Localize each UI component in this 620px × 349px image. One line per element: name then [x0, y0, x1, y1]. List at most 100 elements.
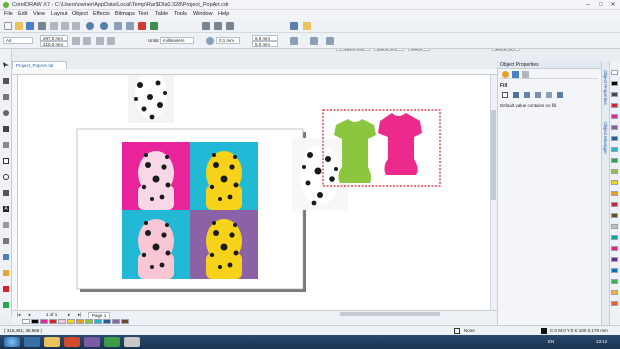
zoom-tool-icon[interactable]: [3, 110, 9, 116]
treat-as-filled-icon[interactable]: [310, 37, 318, 45]
palette-swatch[interactable]: [112, 319, 120, 324]
color-swatch[interactable]: [611, 114, 618, 119]
palette-swatch[interactable]: [58, 319, 66, 324]
vertical-scrollbar-thumb[interactable]: [491, 110, 496, 200]
color-swatch[interactable]: [611, 235, 618, 240]
connector-tool-icon[interactable]: [3, 238, 9, 244]
menu-file[interactable]: File: [4, 11, 13, 17]
welcome-screen-icon[interactable]: [150, 22, 158, 30]
color-swatch[interactable]: [611, 301, 618, 306]
smart-fill-tool-icon[interactable]: [3, 302, 9, 308]
menu-view[interactable]: View: [33, 11, 45, 17]
maximize-button[interactable]: □: [596, 1, 606, 9]
language-indicator[interactable]: EN: [548, 339, 554, 344]
color-swatch[interactable]: [611, 246, 618, 251]
rulers-icon[interactable]: [214, 22, 222, 30]
color-swatch[interactable]: [611, 125, 618, 130]
menu-help[interactable]: Help: [218, 11, 229, 17]
menu-object[interactable]: Object: [72, 11, 88, 17]
eyedropper-tool-icon[interactable]: [3, 270, 9, 276]
full-screen-icon[interactable]: [202, 22, 210, 30]
palette-swatch[interactable]: [94, 319, 102, 324]
landscape-icon[interactable]: [83, 37, 91, 45]
menu-effects[interactable]: Effects: [93, 11, 110, 17]
color-swatch[interactable]: [611, 103, 618, 108]
menu-edit[interactable]: Edit: [18, 11, 27, 17]
color-swatch[interactable]: [611, 136, 618, 141]
current-page-icon[interactable]: [107, 37, 115, 45]
menu-bitmaps[interactable]: Bitmaps: [115, 11, 135, 17]
page-height-field[interactable]: 210,0 mm: [40, 41, 68, 47]
new-document-icon[interactable]: [4, 22, 12, 30]
freehand-tool-icon[interactable]: [3, 126, 9, 132]
paste-icon[interactable]: [72, 22, 80, 30]
color-swatch[interactable]: [611, 158, 618, 163]
color-swatch[interactable]: [611, 224, 618, 229]
drop-shadow-tool-icon[interactable]: [3, 254, 9, 260]
menu-window[interactable]: Window: [193, 11, 213, 17]
horizontal-scrollbar-thumb[interactable]: [340, 312, 440, 316]
color-swatch[interactable]: [611, 180, 618, 185]
uniform-fill-icon[interactable]: [513, 92, 519, 98]
add-page-icon[interactable]: [326, 37, 334, 45]
application-launcher-icon[interactable]: [303, 22, 311, 30]
internet-explorer-taskbar-icon[interactable]: [24, 337, 40, 347]
polygon-tool-icon[interactable]: [3, 190, 9, 196]
fill-indicator-icon[interactable]: [454, 328, 460, 334]
vector-pattern-fill-icon[interactable]: [535, 92, 541, 98]
fountain-fill-icon[interactable]: [524, 92, 530, 98]
units-dropdown[interactable]: millimeters: [160, 37, 194, 44]
import-icon[interactable]: [114, 22, 122, 30]
start-button[interactable]: [4, 337, 20, 347]
cut-icon[interactable]: [50, 22, 58, 30]
page-options-icon[interactable]: [290, 37, 298, 45]
media-player-taskbar-icon[interactable]: [64, 337, 80, 347]
palette-swatch[interactable]: [31, 319, 39, 324]
copy-icon[interactable]: [61, 22, 69, 30]
palette-swatch[interactable]: [103, 319, 111, 324]
options-icon[interactable]: [290, 22, 298, 30]
document-tab[interactable]: Project_PopArt.cdr: [12, 61, 67, 69]
palette-swatch[interactable]: [49, 319, 57, 324]
minimize-button[interactable]: –: [583, 1, 593, 9]
duplicate-y-field[interactable]: 5,0 mm: [252, 41, 278, 47]
undo-icon[interactable]: [86, 22, 94, 30]
menu-tools[interactable]: Tools: [174, 11, 187, 17]
color-swatch[interactable]: [611, 279, 618, 284]
fill-tab-icon[interactable]: [512, 71, 519, 78]
export-icon[interactable]: [126, 22, 134, 30]
outline-tab-icon[interactable]: [502, 71, 509, 78]
palette-swatch[interactable]: [67, 319, 75, 324]
redo-icon[interactable]: [100, 22, 108, 30]
object-properties-side-tab[interactable]: Object Properties: [602, 70, 608, 105]
publish-pdf-icon[interactable]: [138, 22, 146, 30]
shape-tool-icon[interactable]: [3, 78, 9, 84]
color-swatch[interactable]: [611, 213, 618, 218]
color-swatch[interactable]: [611, 290, 618, 295]
object-manager-side-tab[interactable]: Object Manager: [602, 122, 608, 154]
page-size-dropdown[interactable]: A4: [3, 37, 33, 44]
print-icon[interactable]: [38, 22, 46, 30]
color-swatch[interactable]: [611, 257, 618, 262]
app-taskbar-icon[interactable]: [84, 337, 100, 347]
file-explorer-taskbar-icon[interactable]: [44, 337, 60, 347]
interactive-fill-tool-icon[interactable]: [3, 286, 9, 292]
text-tool-icon[interactable]: [3, 206, 9, 212]
palette-swatch[interactable]: [85, 319, 93, 324]
portrait-icon[interactable]: [72, 37, 80, 45]
color-swatch[interactable]: [611, 92, 618, 97]
rectangle-tool-icon[interactable]: [3, 158, 9, 164]
crop-tool-icon[interactable]: [3, 94, 9, 100]
color-swatch[interactable]: [611, 70, 618, 75]
artistic-media-tool-icon[interactable]: [3, 142, 9, 148]
color-swatch[interactable]: [611, 147, 618, 152]
palette-swatch[interactable]: [121, 319, 129, 324]
palette-swatch[interactable]: [22, 319, 30, 324]
paint-taskbar-icon[interactable]: [124, 337, 140, 347]
bitmap-pattern-fill-icon[interactable]: [546, 92, 552, 98]
menu-text[interactable]: Text: [138, 11, 148, 17]
nudge-distance-field[interactable]: 0,1 mm: [216, 37, 240, 44]
color-swatch[interactable]: [611, 202, 618, 207]
coreldraw-taskbar-icon[interactable]: [104, 337, 120, 347]
no-fill-icon[interactable]: [502, 92, 508, 98]
